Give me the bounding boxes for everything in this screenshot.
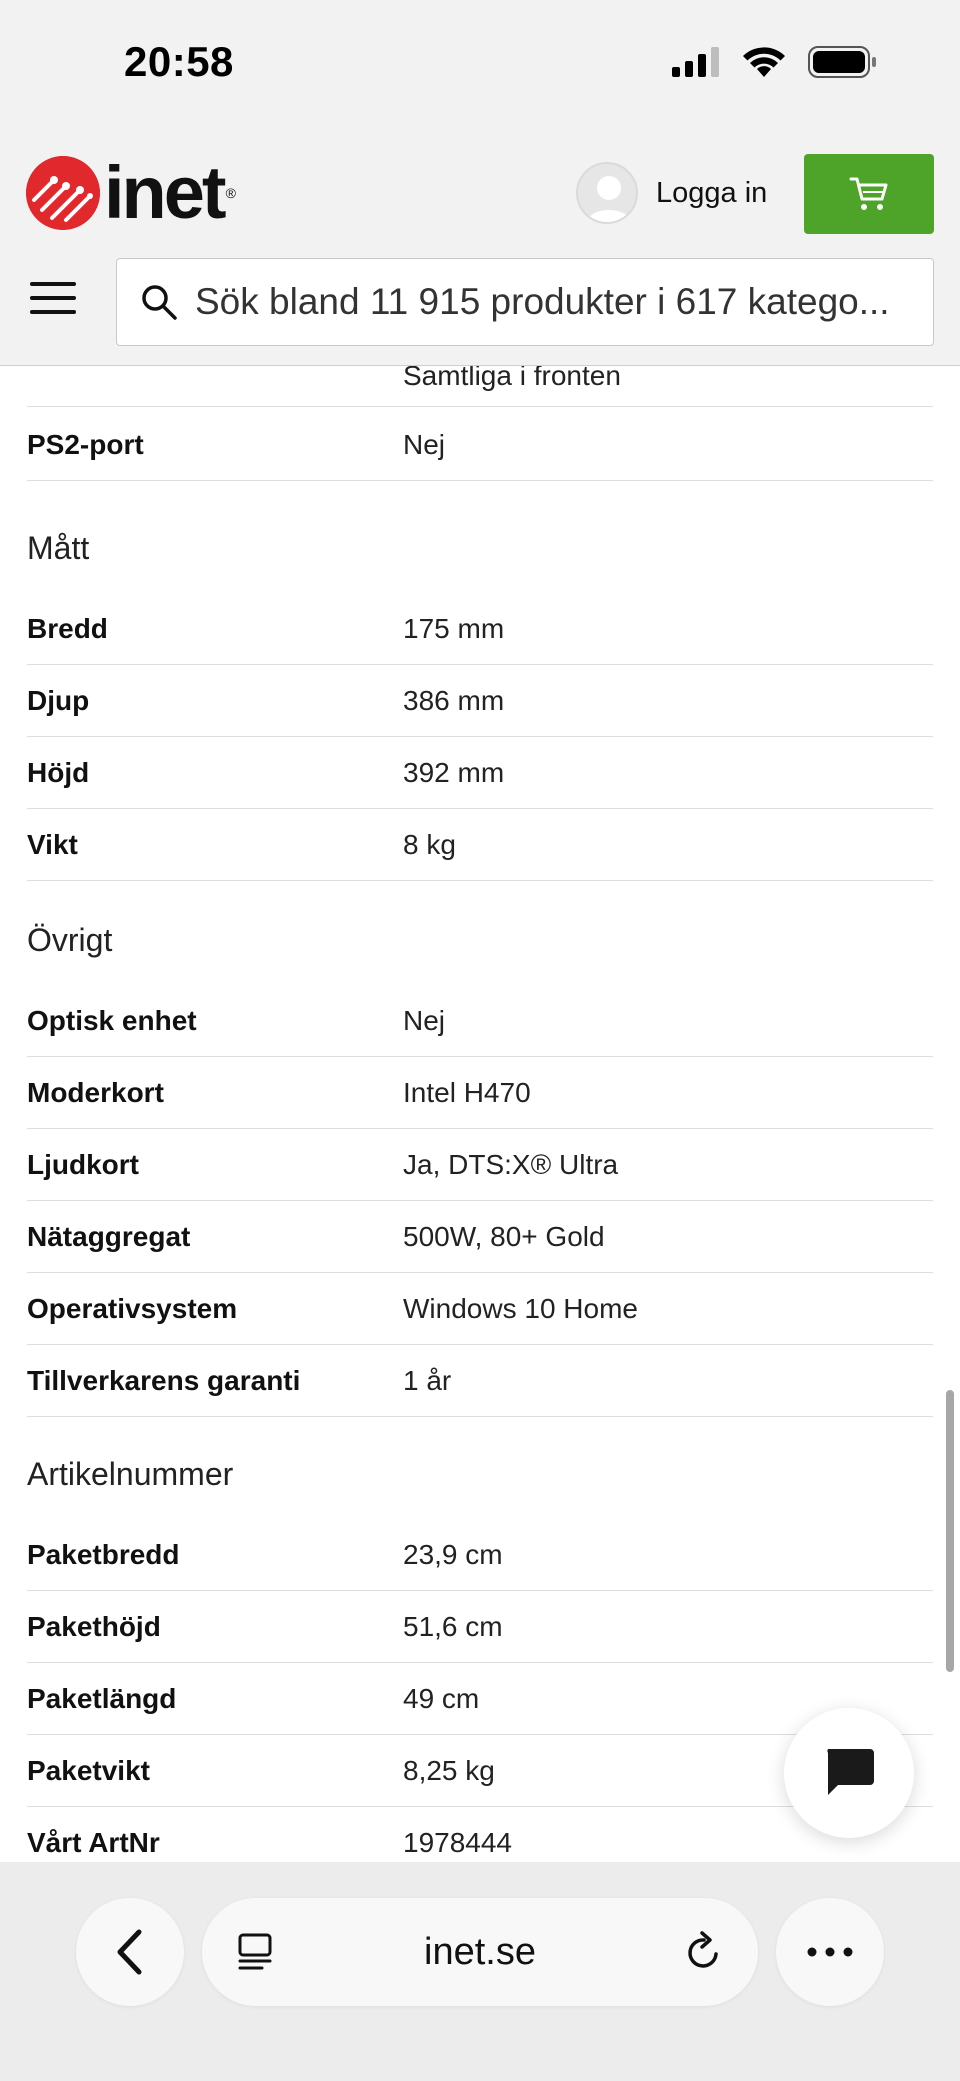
spec-key: Paketvikt [27, 1755, 150, 1786]
spec-row: Tillverkarens garanti 1 år [27, 1345, 933, 1417]
status-icons [672, 46, 878, 78]
spec-key: Operativsystem [27, 1293, 238, 1324]
more-dots-icon [807, 1947, 853, 1957]
address-bar[interactable]: inet.se [202, 1898, 758, 2006]
chevron-left-icon [117, 1929, 142, 1975]
spec-value: 8,25 kg [403, 1755, 495, 1786]
spec-key: Nätaggregat [27, 1221, 191, 1252]
spec-row: Pakethöjd 51,6 cm [27, 1591, 933, 1663]
spec-value: 175 mm [403, 613, 505, 644]
spec-row: Paketlängd 49 cm [27, 1663, 933, 1735]
spec-key: Paketlängd [27, 1683, 177, 1714]
chat-bubble-icon [827, 1749, 874, 1795]
spec-key: Ljudkort [27, 1149, 139, 1180]
spec-value: Nej [403, 429, 446, 460]
menu-line [30, 296, 76, 300]
spec-row-partial: Samtliga i fronten [27, 366, 933, 407]
search-placeholder: Sök bland 11 915 produkter i 617 katego.… [195, 281, 890, 322]
login-label: Logga in [656, 176, 768, 209]
search-icon [142, 285, 177, 320]
spec-value: 386 mm [403, 685, 505, 716]
spec-value: Intel H470 [403, 1077, 531, 1108]
search-input[interactable]: Sök bland 11 915 produkter i 617 katego.… [116, 258, 934, 346]
spec-key: Vårt ArtNr [27, 1827, 160, 1858]
spec-value: 1978444 [403, 1827, 513, 1858]
menu-line [30, 282, 76, 286]
cart-icon [849, 177, 888, 210]
spec-value: 1 år [403, 1365, 452, 1396]
spec-value: Samtliga i fronten [403, 366, 621, 391]
spec-key: Vikt [27, 829, 78, 860]
avatar-icon [576, 162, 638, 224]
spec-row: Moderkort Intel H470 [27, 1057, 933, 1129]
spec-key: Moderkort [27, 1077, 164, 1108]
spec-value: 500W, 80+ Gold [403, 1221, 605, 1252]
section-title-ovrigt: Övrigt [27, 922, 113, 958]
spec-key: Pakethöjd [27, 1611, 161, 1642]
status-bar: 20:58 [0, 0, 960, 130]
spec-value: Ja, DTS:X® Ultra [403, 1149, 619, 1180]
cart-button[interactable] [804, 154, 934, 234]
url-text: inet.se [424, 1930, 536, 1973]
spec-value: Windows 10 Home [403, 1293, 638, 1324]
spec-row: Ljudkort Ja, DTS:X® Ultra [27, 1129, 933, 1201]
scrollbar[interactable] [946, 1390, 954, 1672]
spec-value: 51,6 cm [403, 1611, 503, 1642]
spec-row-ps2: PS2-port Nej [27, 409, 933, 481]
spec-key: Optisk enhet [27, 1005, 197, 1036]
spec-key: Höjd [27, 757, 90, 788]
spec-value: 49 cm [403, 1683, 480, 1714]
hamburger-menu-button[interactable] [30, 278, 76, 318]
spec-value: 392 mm [403, 757, 505, 788]
spec-key: Paketbredd [27, 1539, 180, 1570]
logo-circuit-icon [26, 156, 100, 230]
logo-text: inet [104, 151, 227, 234]
inet-logo[interactable]: inet ® [26, 156, 236, 230]
chat-button[interactable] [784, 1708, 914, 1838]
menu-line [30, 310, 76, 314]
spec-value: 8 kg [403, 829, 456, 860]
back-button[interactable] [76, 1898, 184, 2006]
section-title-matt: Mått [27, 530, 90, 566]
spec-key: Tillverkarens garanti [27, 1365, 301, 1396]
spec-row: Paketbredd 23,9 cm [27, 1519, 933, 1591]
spec-row: Nätaggregat 500W, 80+ Gold [27, 1201, 933, 1273]
spec-value: Nej [403, 1005, 446, 1036]
spec-row: Höjd 392 mm [27, 737, 933, 809]
wifi-icon [743, 47, 785, 77]
cellular-signal-icon [672, 47, 719, 77]
spec-row: Vikt 8 kg [27, 809, 933, 881]
tab-overview-icon [238, 1933, 272, 1970]
more-options-button[interactable] [776, 1898, 884, 2006]
spec-row: Djup 386 mm [27, 665, 933, 737]
section-title-artikelnummer: Artikelnummer [27, 1456, 234, 1492]
spec-row: Vårt ArtNr 1978444 [27, 1807, 933, 1862]
spec-value: 23,9 cm [403, 1539, 503, 1570]
registered-mark-icon: ® [225, 185, 236, 201]
spec-key: Bredd [27, 613, 108, 644]
spec-row: Optisk enhet Nej [27, 985, 933, 1057]
spec-key: PS2-port [27, 429, 144, 460]
site-header: inet ® Logga in Sök bland 11 915 produkt… [0, 130, 960, 366]
spec-content: Samtliga i fronten PS2-port Nej Mått Bre… [0, 366, 960, 1862]
browser-toolbar: inet.se [0, 1862, 960, 2081]
spec-row: Operativsystem Windows 10 Home [27, 1273, 933, 1345]
battery-icon [808, 46, 876, 78]
login-button[interactable]: Logga in [576, 162, 767, 224]
reload-icon[interactable] [684, 1930, 724, 1974]
spec-row: Bredd 175 mm [27, 593, 933, 665]
spec-key: Djup [27, 685, 90, 716]
status-time: 20:58 [124, 38, 234, 85]
